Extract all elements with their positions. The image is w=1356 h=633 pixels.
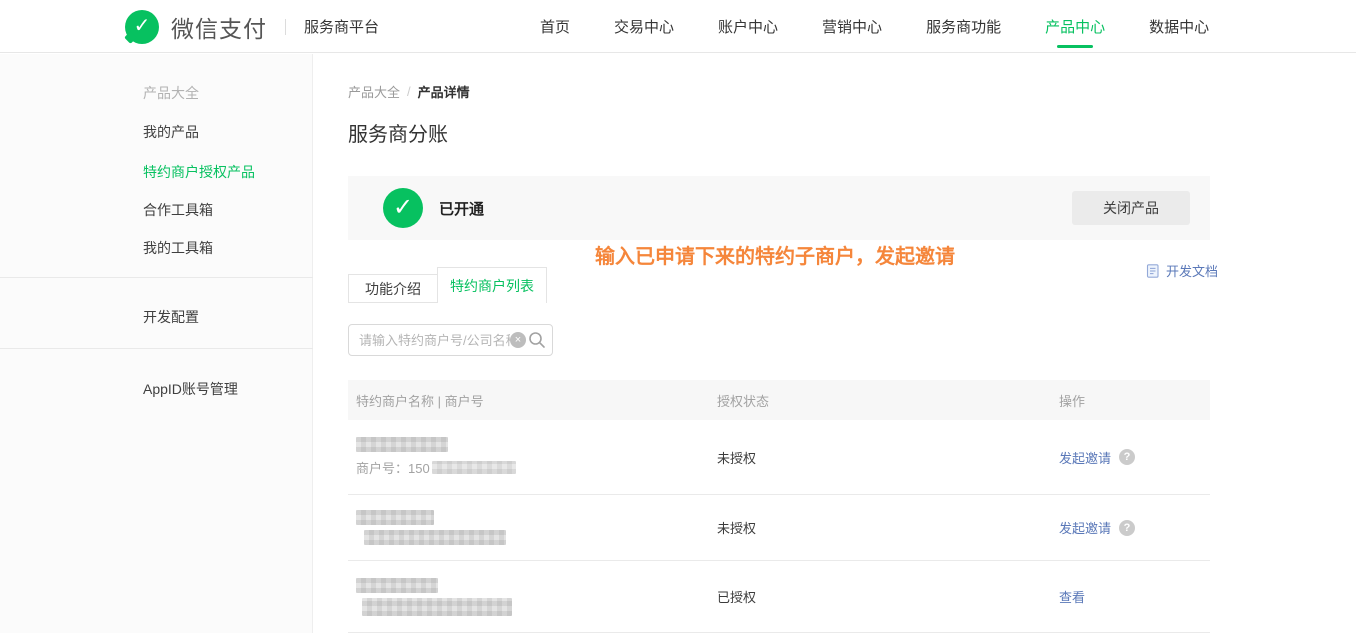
nav-item-product-center[interactable]: 产品中心 — [1045, 0, 1105, 53]
wechat-pay-logo[interactable]: ✓ 微信支付 服务商平台 — [125, 0, 379, 53]
table-row: 未授权 发起邀请 ? — [348, 495, 1210, 561]
invite-link[interactable]: 发起邀请 — [1059, 518, 1111, 537]
top-nav: 首页 交易中心 账户中心 营销中心 服务商功能 产品中心 数据中心 — [540, 0, 1209, 53]
view-link[interactable]: 查看 — [1059, 587, 1085, 606]
merchant-search: × — [348, 324, 553, 356]
column-actions: 操作 — [1059, 391, 1210, 410]
auth-status: 已授权 — [717, 587, 1059, 606]
table-header: 特约商户名称 | 商户号 授权状态 操作 — [348, 380, 1210, 420]
page-title: 服务商分账 — [348, 125, 1210, 145]
sidebar: 产品大全 我的产品 特约商户授权产品 合作工具箱 我的工具箱 开发配置 AppI… — [0, 54, 313, 633]
sidebar-divider — [0, 277, 313, 278]
auth-status: 未授权 — [717, 448, 1059, 467]
redacted-merchant-no — [364, 530, 506, 545]
logo-divider — [285, 19, 286, 35]
sidebar-item-all-products[interactable]: 产品大全 — [143, 86, 312, 100]
wechat-pay-logo-icon: ✓ — [125, 10, 159, 44]
table-row: 已授权 查看 — [348, 561, 1210, 633]
document-icon — [1146, 264, 1160, 278]
help-icon[interactable]: ? — [1119, 520, 1135, 536]
breadcrumb-divider: / — [407, 84, 411, 99]
merchant-table: 特约商户名称 | 商户号 授权状态 操作 商户号：150 未授权 发起邀请 — [348, 380, 1210, 633]
invite-link[interactable]: 发起邀请 — [1059, 448, 1111, 467]
help-icon[interactable]: ? — [1119, 449, 1135, 465]
sidebar-item-cooperation-toolbox[interactable]: 合作工具箱 — [143, 203, 312, 217]
column-merchant-name: 特约商户名称 | 商户号 — [348, 391, 717, 410]
sidebar-item-authorized-products[interactable]: 特约商户授权产品 — [143, 165, 312, 179]
page: ✓ 微信支付 服务商平台 首页 交易中心 账户中心 营销中心 服务商功能 产品中… — [0, 0, 1356, 633]
sidebar-divider — [0, 348, 313, 349]
top-bar: ✓ 微信支付 服务商平台 首页 交易中心 账户中心 营销中心 服务商功能 产品中… — [0, 0, 1356, 53]
success-check-icon: ✓ — [383, 188, 423, 228]
redacted-merchant-name — [356, 578, 438, 593]
nav-item-provider-features[interactable]: 服务商功能 — [926, 0, 1001, 53]
nav-item-home[interactable]: 首页 — [540, 0, 570, 53]
breadcrumb: 产品大全 / 产品详情 — [348, 82, 1210, 101]
dev-docs-link[interactable]: 开发文档 — [1146, 261, 1218, 280]
sidebar-item-dev-config[interactable]: 开发配置 — [143, 310, 312, 324]
sidebar-item-my-products[interactable]: 我的产品 — [143, 125, 312, 139]
column-auth-status: 授权状态 — [717, 391, 1059, 410]
status-panel: ✓ 已开通 关闭产品 — [348, 176, 1210, 240]
tab-strip: 功能介绍 特约商户列表 — [348, 267, 1210, 303]
redacted-merchant-name — [356, 437, 448, 452]
dev-docs-label: 开发文档 — [1166, 261, 1218, 280]
main-panel: 产品大全 / 产品详情 服务商分账 ✓ 已开通 关闭产品 功能介绍 特约商户列表… — [313, 54, 1356, 633]
redacted-merchant-name — [356, 510, 434, 525]
redacted-merchant-no — [432, 461, 516, 474]
auth-status: 未授权 — [717, 518, 1059, 537]
search-icon[interactable] — [528, 331, 546, 349]
nav-item-data-center[interactable]: 数据中心 — [1149, 0, 1209, 53]
merchant-no-text: 商户号：150 — [356, 458, 430, 477]
status-text: 已开通 — [439, 198, 484, 219]
logo-text: 微信支付 — [171, 10, 267, 44]
tab-merchant-list[interactable]: 特约商户列表 — [437, 267, 547, 303]
nav-item-marketing-center[interactable]: 营销中心 — [822, 0, 882, 53]
check-glyph: ✓ — [393, 196, 413, 220]
annotation-note: 输入已申请下来的特约子商户，发起邀请 — [595, 240, 955, 269]
logo-check-glyph: ✓ — [134, 16, 151, 36]
breadcrumb-current: 产品详情 — [418, 82, 470, 101]
table-row: 商户号：150 未授权 发起邀请 ? — [348, 420, 1210, 495]
close-product-button[interactable]: 关闭产品 — [1072, 191, 1190, 225]
sidebar-item-appid-management[interactable]: AppID账号管理 — [143, 382, 312, 396]
redacted-merchant-no — [362, 598, 512, 616]
tab-feature-intro[interactable]: 功能介绍 — [348, 274, 438, 303]
nav-item-account-center[interactable]: 账户中心 — [718, 0, 778, 53]
portal-label: 服务商平台 — [304, 16, 379, 37]
clear-icon[interactable]: × — [510, 332, 526, 348]
breadcrumb-parent[interactable]: 产品大全 — [348, 82, 400, 101]
nav-item-trade-center[interactable]: 交易中心 — [614, 0, 674, 53]
sidebar-item-my-toolbox[interactable]: 我的工具箱 — [143, 241, 312, 255]
merchant-no-line: 商户号：150 — [356, 458, 717, 477]
